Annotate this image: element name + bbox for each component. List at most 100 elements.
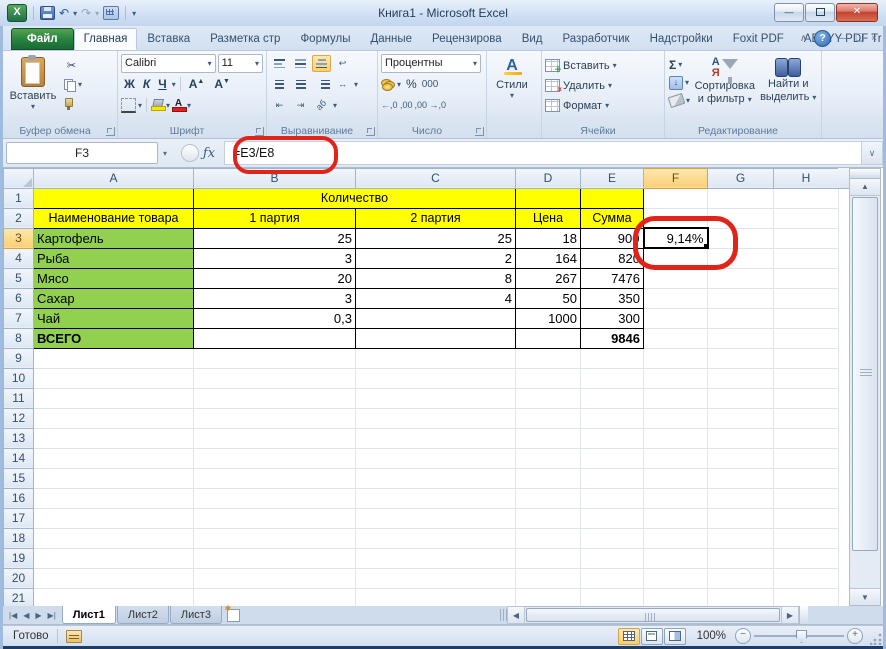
- cell[interactable]: [708, 388, 774, 408]
- col-header-A[interactable]: A: [34, 168, 194, 188]
- cell[interactable]: [516, 328, 581, 348]
- cell[interactable]: [356, 568, 516, 588]
- row-header-3[interactable]: 3: [4, 228, 34, 248]
- cell[interactable]: [774, 228, 839, 248]
- row-header-14[interactable]: 14: [4, 448, 34, 468]
- cell[interactable]: 4: [356, 288, 516, 308]
- tab-split-handle[interactable]: [500, 609, 507, 621]
- cell[interactable]: [581, 408, 644, 428]
- insert-worksheet-button[interactable]: [223, 606, 245, 624]
- styles-button[interactable]: А Стили ▾: [490, 54, 534, 124]
- cell[interactable]: [34, 188, 194, 208]
- wrap-text-button[interactable]: ↩: [333, 55, 352, 72]
- cell[interactable]: [516, 568, 581, 588]
- workbook-minimize-icon[interactable]: —: [838, 33, 848, 44]
- cell[interactable]: [644, 288, 708, 308]
- cell[interactable]: [708, 368, 774, 388]
- increase-indent-button[interactable]: ⇥: [291, 97, 310, 114]
- align-right-button[interactable]: [312, 76, 331, 93]
- row-header-18[interactable]: 18: [4, 528, 34, 548]
- horizontal-scroll-thumb[interactable]: [526, 608, 780, 622]
- align-middle-button[interactable]: [291, 55, 310, 72]
- vertical-scrollbar[interactable]: ▲ ▼: [849, 168, 881, 606]
- row-header-2[interactable]: 2: [4, 208, 34, 228]
- formula-input[interactable]: =E3/E8: [224, 141, 861, 165]
- cell[interactable]: [34, 428, 194, 448]
- cell[interactable]: [356, 308, 516, 328]
- cell[interactable]: [194, 388, 356, 408]
- resize-grip[interactable]: [870, 633, 882, 645]
- tab-data[interactable]: Данные: [360, 28, 422, 50]
- tab-developer[interactable]: Разработчик: [553, 28, 640, 50]
- first-sheet-icon[interactable]: |◀: [7, 611, 19, 620]
- cell[interactable]: [356, 428, 516, 448]
- currency-format-icon[interactable]: [381, 79, 395, 90]
- cell[interactable]: [516, 188, 581, 208]
- sheet-tab-1[interactable]: Лист1: [62, 606, 116, 624]
- close-button[interactable]: ✕: [836, 3, 878, 22]
- cell[interactable]: [644, 588, 708, 606]
- cell[interactable]: [194, 328, 356, 348]
- col-header-G[interactable]: G: [708, 168, 774, 188]
- selected-cell-F3[interactable]: 9,14%: [644, 228, 708, 248]
- workbook-restore-icon[interactable]: ❏: [855, 33, 864, 44]
- paste-dropdown-icon[interactable]: ▾: [31, 102, 35, 111]
- row-header-6[interactable]: 6: [4, 288, 34, 308]
- increase-decimal-icon[interactable]: ←,0 ,00: [381, 100, 413, 110]
- cell[interactable]: [644, 408, 708, 428]
- cell[interactable]: [194, 548, 356, 568]
- cell[interactable]: [774, 448, 839, 468]
- cell[interactable]: 2 партия: [356, 208, 516, 228]
- cell[interactable]: [34, 348, 194, 368]
- cell[interactable]: [356, 528, 516, 548]
- tab-home[interactable]: Главная: [74, 28, 138, 50]
- cell[interactable]: [644, 208, 708, 228]
- cell[interactable]: [774, 288, 839, 308]
- cell[interactable]: [356, 368, 516, 388]
- cell[interactable]: Картофель: [34, 228, 194, 248]
- cell[interactable]: [774, 308, 839, 328]
- cell[interactable]: [516, 468, 581, 488]
- cell[interactable]: [644, 488, 708, 508]
- cell[interactable]: [708, 308, 774, 328]
- cell[interactable]: [774, 268, 839, 288]
- cell[interactable]: [708, 328, 774, 348]
- cell[interactable]: [356, 448, 516, 468]
- cell[interactable]: [516, 448, 581, 468]
- cell[interactable]: [708, 288, 774, 308]
- decrease-decimal-icon[interactable]: ,00 →,0: [415, 100, 447, 110]
- cell[interactable]: [516, 488, 581, 508]
- tab-review[interactable]: Рецензирова: [422, 28, 512, 50]
- cell[interactable]: [774, 528, 839, 548]
- last-sheet-icon[interactable]: ▶|: [46, 611, 58, 620]
- expand-formula-bar-icon[interactable]: ∨: [861, 141, 883, 165]
- page-layout-view-button[interactable]: [641, 628, 663, 645]
- restore-button[interactable]: [805, 3, 835, 22]
- cell[interactable]: [516, 348, 581, 368]
- cell[interactable]: [774, 508, 839, 528]
- italic-button[interactable]: К: [140, 77, 153, 91]
- zoom-slider[interactable]: [754, 635, 844, 637]
- cell[interactable]: [774, 368, 839, 388]
- insert-cells-button[interactable]: ＋ Вставить▾: [545, 57, 661, 75]
- hscroll-right-icon[interactable]: ▶: [781, 606, 799, 624]
- sheet-tab-3[interactable]: Лист3: [170, 606, 222, 624]
- underline-button[interactable]: Ч: [155, 77, 169, 91]
- cell[interactable]: [34, 408, 194, 428]
- row-header-16[interactable]: 16: [4, 488, 34, 508]
- cell[interactable]: [581, 428, 644, 448]
- cell[interactable]: [34, 388, 194, 408]
- vertical-split-handle[interactable]: [850, 169, 880, 179]
- cell[interactable]: [708, 248, 774, 268]
- cell[interactable]: [708, 488, 774, 508]
- tab-insert[interactable]: Вставка: [137, 28, 200, 50]
- row-header-20[interactable]: 20: [4, 568, 34, 588]
- cell[interactable]: 3: [194, 288, 356, 308]
- row-header-17[interactable]: 17: [4, 508, 34, 528]
- cell[interactable]: [708, 588, 774, 606]
- cell[interactable]: [194, 528, 356, 548]
- grow-font-button[interactable]: А▲: [185, 77, 209, 91]
- cell[interactable]: [774, 548, 839, 568]
- find-select-button[interactable]: Найти и выделить ▾: [758, 54, 818, 124]
- cell[interactable]: [581, 568, 644, 588]
